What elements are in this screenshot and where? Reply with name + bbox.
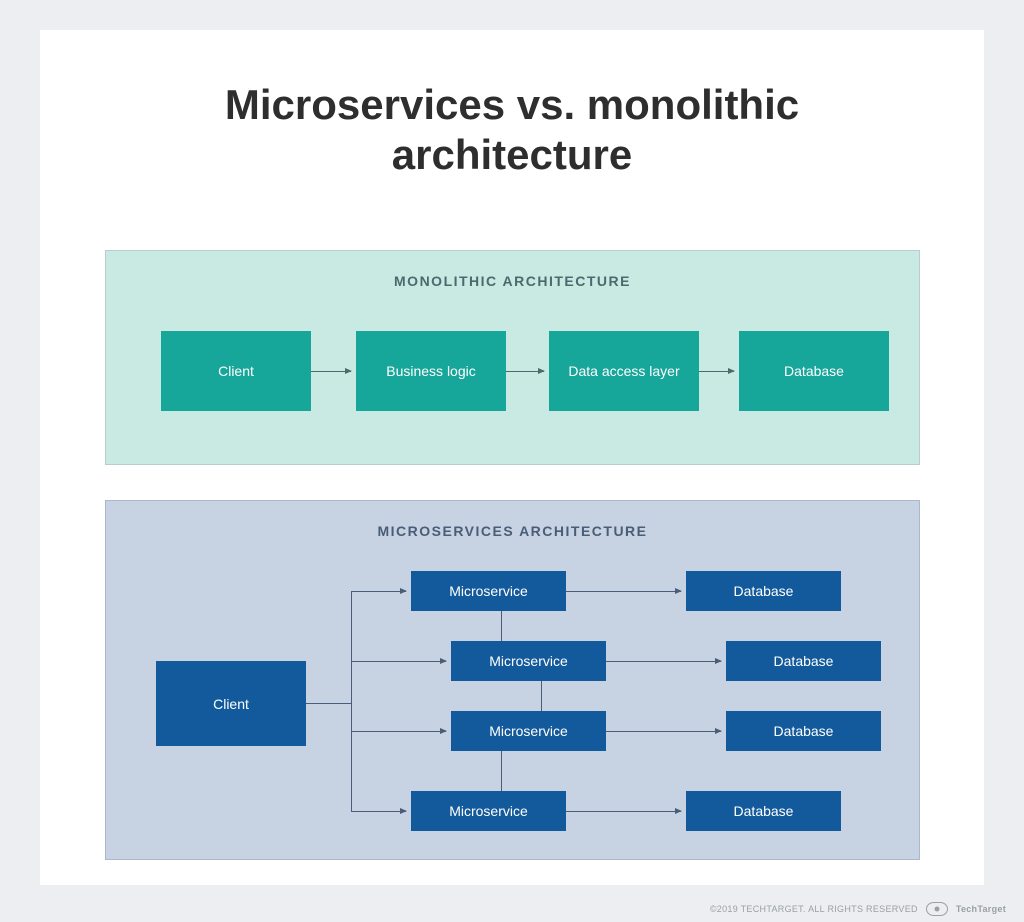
arrow-icon	[351, 661, 446, 662]
micro-box-client: Client	[156, 661, 306, 746]
arrow-icon	[351, 731, 446, 732]
connector-line	[501, 751, 502, 791]
arrow-icon	[566, 811, 681, 812]
arrow-icon	[506, 371, 544, 372]
mono-box-database: Database	[739, 331, 889, 411]
micro-box-service-4: Microservice	[411, 791, 566, 831]
micro-box-db-3: Database	[726, 711, 881, 751]
connector-line	[306, 703, 351, 704]
mono-box-data-access: Data access layer	[549, 331, 699, 411]
micro-box-service-2: Microservice	[451, 641, 606, 681]
microservices-heading: MICROSERVICES ARCHITECTURE	[106, 523, 919, 539]
diagram-title: Microservices vs. monolithic architectur…	[40, 30, 984, 211]
arrow-icon	[351, 591, 406, 592]
micro-box-db-1: Database	[686, 571, 841, 611]
arrow-icon	[351, 811, 406, 812]
arrow-icon	[606, 731, 721, 732]
arrow-icon	[311, 371, 351, 372]
footer-brand: TechTarget	[956, 904, 1006, 914]
micro-box-service-1: Microservice	[411, 571, 566, 611]
diagram-card: Microservices vs. monolithic architectur…	[40, 30, 984, 885]
micro-box-service-3: Microservice	[451, 711, 606, 751]
footer-copyright: ©2019 TECHTARGET. ALL RIGHTS RESERVED	[710, 904, 918, 914]
arrow-icon	[566, 591, 681, 592]
mono-box-business-logic: Business logic	[356, 331, 506, 411]
logo-icon	[926, 902, 948, 916]
arrow-icon	[606, 661, 721, 662]
mono-box-client: Client	[161, 331, 311, 411]
arrow-icon	[699, 371, 734, 372]
connector-line	[351, 591, 352, 811]
connector-line	[541, 681, 542, 711]
micro-box-db-2: Database	[726, 641, 881, 681]
connector-line	[501, 611, 502, 641]
monolithic-panel: MONOLITHIC ARCHITECTURE Client Business …	[105, 250, 920, 465]
micro-box-db-4: Database	[686, 791, 841, 831]
footer: ©2019 TECHTARGET. ALL RIGHTS RESERVED Te…	[710, 902, 1006, 916]
microservices-panel: MICROSERVICES ARCHITECTURE Client .panel…	[105, 500, 920, 860]
monolithic-heading: MONOLITHIC ARCHITECTURE	[106, 273, 919, 289]
